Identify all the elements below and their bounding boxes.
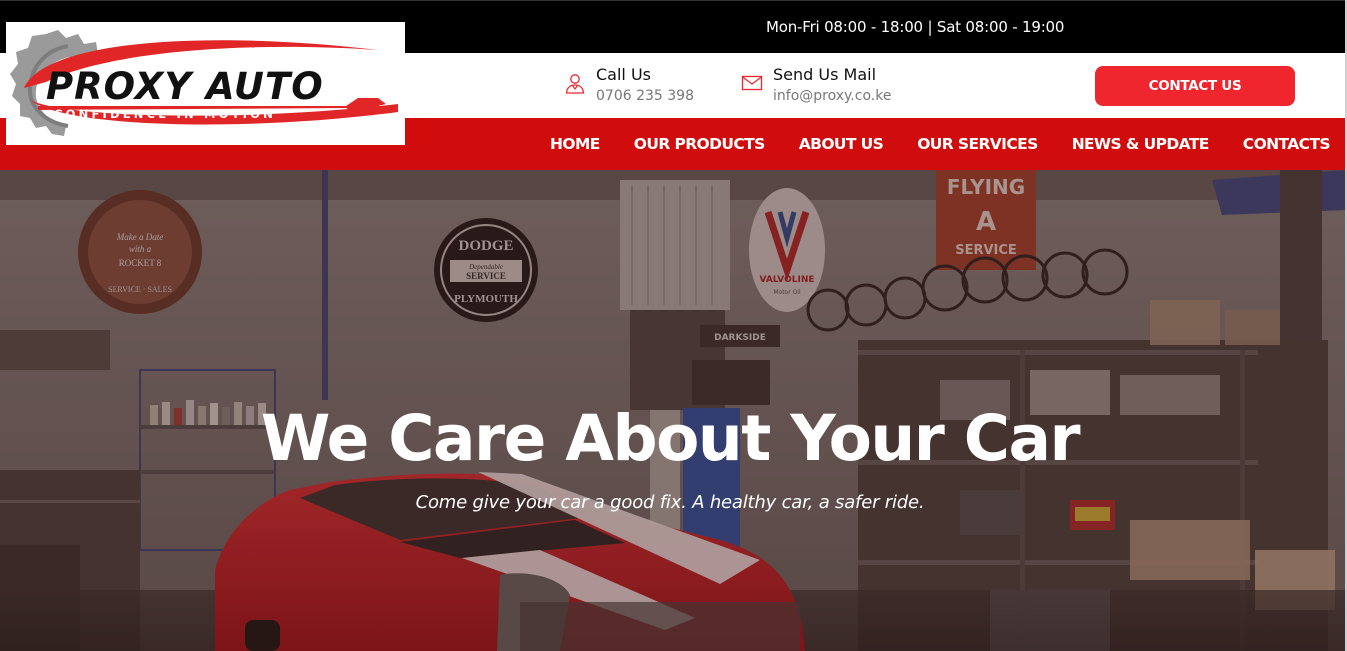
send-mail-block[interactable]: Send Us Mail info@proxy.co.ke xyxy=(740,65,891,106)
nav-item-our-products[interactable]: OUR PRODUCTS xyxy=(634,135,766,153)
user-phone-icon xyxy=(565,74,585,94)
opening-hours: Mon-Fri 08:00 - 18:00 | Sat 08:00 - 19:0… xyxy=(766,18,1065,36)
nav-item-news-update[interactable]: NEWS & UPDATE xyxy=(1072,135,1210,153)
hero-title: We Care About Your Car xyxy=(260,402,1081,475)
nav-item-our-services[interactable]: OUR SERVICES xyxy=(917,135,1038,153)
nav-item-home[interactable]: HOME xyxy=(550,135,600,153)
logo-tagline: CONFIDENCE IN MOTION xyxy=(54,107,276,121)
call-us-title: Call Us xyxy=(596,65,651,84)
hero-banner: Make a Date with a ROCKET 8 SERVICE · SA… xyxy=(0,170,1347,651)
send-mail-title: Send Us Mail xyxy=(773,65,877,84)
send-mail-address[interactable]: info@proxy.co.ke xyxy=(773,86,891,106)
contact-us-button[interactable]: CONTACT US xyxy=(1095,66,1295,106)
envelope-icon xyxy=(741,75,763,91)
call-us-block[interactable]: Call Us 0706 235 398 xyxy=(563,65,694,106)
hero-subtitle: Come give your car a good fix. A healthy… xyxy=(415,492,925,513)
proxy-auto-logo[interactable]: PROXY AUTO CONFIDENCE IN MOTION xyxy=(6,22,405,145)
nav-item-contacts[interactable]: CONTACTS xyxy=(1243,135,1331,153)
logo-name: PROXY AUTO xyxy=(46,65,324,108)
call-us-number[interactable]: 0706 235 398 xyxy=(596,86,694,106)
nav-item-about-us[interactable]: ABOUT US xyxy=(799,135,884,153)
logo-graphic: PROXY AUTO CONFIDENCE IN MOTION xyxy=(10,30,398,136)
